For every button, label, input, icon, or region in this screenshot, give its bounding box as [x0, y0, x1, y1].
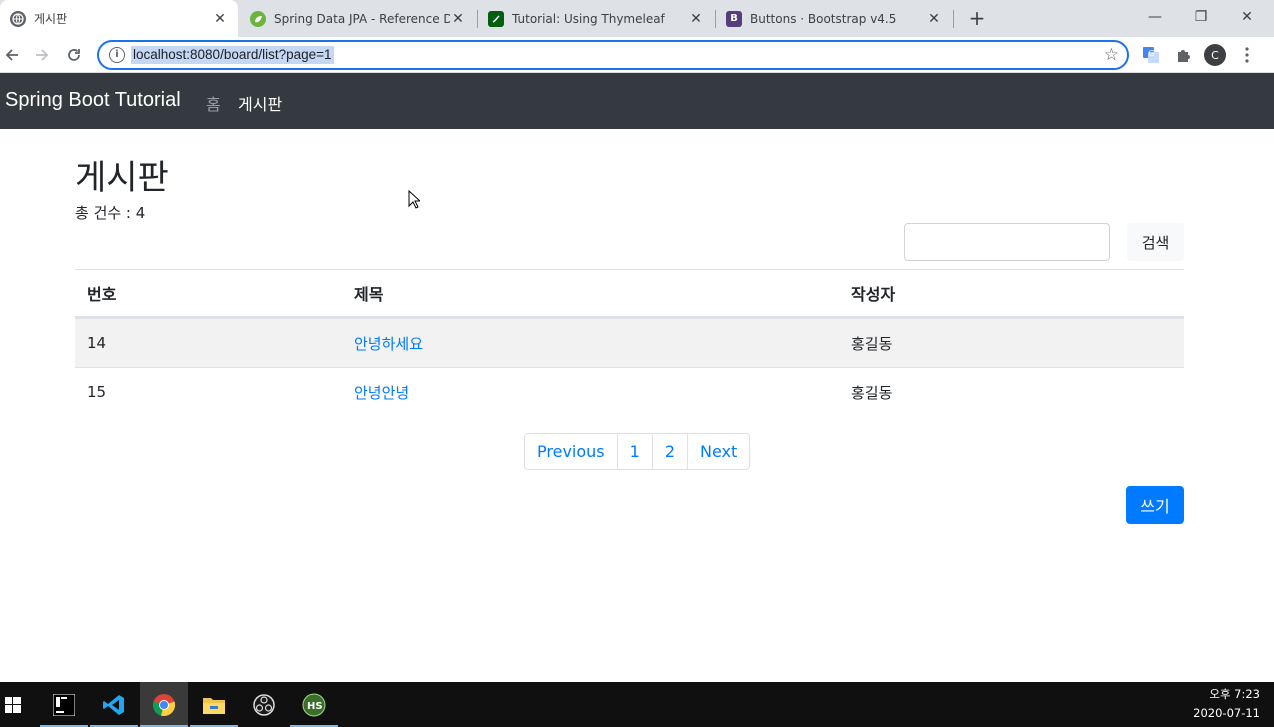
tab-separator — [953, 10, 954, 28]
site-navbar: Spring Boot Tutorial 홈 게시판 — [0, 73, 1274, 129]
file-explorer-icon[interactable] — [190, 682, 238, 727]
new-tab-icon[interactable]: + — [966, 7, 988, 29]
table-row: 14 안녕하세요 홍길동 — [75, 318, 1184, 367]
hs-app-icon[interactable]: HS — [290, 682, 338, 727]
url-text[interactable]: localhost:8080/board/list?page=1 — [131, 46, 334, 64]
post-number: 15 — [87, 383, 107, 401]
column-header-number: 번호 — [87, 285, 117, 304]
profile-initial: C — [1204, 44, 1226, 66]
svg-text:HS: HS — [307, 701, 323, 712]
tab-board[interactable]: 게시판 ✕ — [0, 0, 238, 37]
minimize-icon[interactable]: — — [1132, 0, 1178, 34]
nav-link-home[interactable]: 홈 — [206, 91, 221, 115]
bootstrap-icon: B — [726, 10, 742, 27]
close-icon[interactable]: ✕ — [450, 11, 466, 27]
post-author: 홍길동 — [851, 383, 893, 402]
write-button[interactable]: 쓰기 — [1126, 486, 1184, 524]
info-icon[interactable]: i — [109, 47, 125, 63]
column-header-title: 제목 — [354, 285, 384, 304]
table-header-row: 번호 제목 작성자 — [75, 270, 1184, 318]
address-bar[interactable]: i localhost:8080/board/list?page=1 ☆ — [97, 40, 1129, 70]
tab-title: Tutorial: Using Thymeleaf — [512, 11, 665, 26]
tab-title: Buttons · Bootstrap v4.5 — [750, 11, 897, 26]
navbar-brand[interactable]: Spring Boot Tutorial — [5, 89, 181, 112]
browser-toolbar: i localhost:8080/board/list?page=1 ☆ — [0, 37, 1274, 73]
total-count: 총 건수 : 4 — [75, 204, 146, 222]
page-next[interactable]: Next — [687, 434, 749, 469]
windows-start-icon[interactable] — [0, 682, 26, 727]
close-icon[interactable]: ✕ — [926, 11, 942, 27]
mouse-cursor-icon — [408, 189, 422, 213]
system-clock[interactable]: 오후 7:23 2020-07-11 — [1193, 685, 1260, 723]
bookmark-star-icon[interactable]: ☆ — [1104, 45, 1119, 65]
close-icon[interactable]: ✕ — [212, 11, 228, 27]
page-2[interactable]: 2 — [651, 434, 687, 469]
board-table: 번호 제목 작성자 14 안녕하세요 홍길동 15 안녕안녕 홍길동 — [75, 269, 1184, 416]
search-input[interactable] — [904, 223, 1110, 261]
profile-avatar[interactable]: C — [1204, 44, 1226, 66]
post-title-link[interactable]: 안녕안녕 — [354, 368, 409, 416]
spring-leaf-icon — [250, 10, 266, 27]
obs-icon[interactable] — [240, 682, 288, 727]
restore-icon[interactable]: ❐ — [1178, 0, 1224, 34]
reload-icon[interactable] — [62, 43, 86, 67]
extensions-puzzle-icon[interactable] — [1172, 44, 1194, 66]
chrome-icon[interactable] — [140, 682, 188, 727]
browser-tab-strip: 게시판 ✕ Spring Data JPA - Reference Do ✕ T… — [0, 0, 1274, 37]
back-arrow-icon[interactable] — [0, 43, 24, 67]
page-1[interactable]: 1 — [616, 434, 652, 469]
vscode-icon[interactable] — [90, 682, 138, 727]
forward-arrow-icon[interactable] — [30, 43, 54, 67]
window-close-icon[interactable]: ✕ — [1224, 0, 1270, 34]
post-number: 14 — [87, 334, 107, 352]
svg-text:G: G — [1149, 49, 1155, 58]
search-button[interactable]: 검색 — [1127, 223, 1184, 261]
close-icon[interactable]: ✕ — [688, 11, 704, 27]
thymeleaf-icon — [488, 10, 504, 27]
page-title: 게시판 — [75, 158, 169, 198]
clock-date: 2020-07-11 — [1193, 706, 1260, 720]
clock-time: 오후 7:23 — [1209, 687, 1260, 701]
column-header-author: 작성자 — [851, 285, 896, 304]
globe-icon — [10, 10, 26, 27]
more-menu-icon[interactable] — [1236, 44, 1258, 66]
page-previous[interactable]: Previous — [525, 434, 617, 469]
translate-icon[interactable]: G — [1140, 44, 1162, 66]
tab-thymeleaf[interactable]: Tutorial: Using Thymeleaf ✕ — [478, 0, 714, 37]
post-author: 홍길동 — [851, 334, 893, 353]
nav-link-board[interactable]: 게시판 — [238, 91, 282, 115]
pagination: Previous 1 2 Next — [524, 433, 751, 470]
tab-title: Spring Data JPA - Reference Do — [274, 11, 450, 26]
windows-taskbar: HS 오후 7:23 2020-07-11 — [0, 682, 1274, 727]
tab-title: 게시판 — [34, 12, 68, 26]
tab-bootstrap[interactable]: B Buttons · Bootstrap v4.5 ✕ — [716, 0, 952, 37]
intellij-icon[interactable] — [40, 682, 88, 727]
table-row: 15 안녕안녕 홍길동 — [75, 367, 1184, 416]
tab-spring-data[interactable]: Spring Data JPA - Reference Do ✕ — [240, 0, 476, 37]
post-title-link[interactable]: 안녕하세요 — [354, 319, 423, 367]
